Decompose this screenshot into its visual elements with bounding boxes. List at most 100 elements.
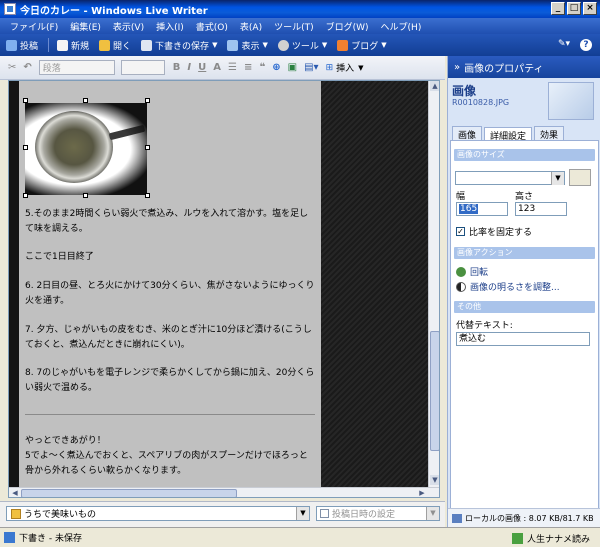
toolbar-separator bbox=[48, 38, 50, 52]
resize-handle[interactable] bbox=[23, 193, 28, 198]
post-body[interactable]: 5.そのまま2時間くらい弱火で煮込み、ルウを入れて溶かす。塩を足して味を調える。… bbox=[19, 81, 321, 487]
brightness-action[interactable]: 画像の明るさを調整... bbox=[456, 280, 560, 293]
bullet-list-icon[interactable]: ☰ bbox=[228, 62, 237, 73]
publish-button[interactable]: 投稿 bbox=[6, 39, 38, 52]
alt-text-input[interactable]: 煮込む bbox=[456, 332, 590, 346]
image-icon bbox=[452, 513, 462, 523]
size-section-header: 画像のサイズ bbox=[454, 149, 595, 161]
chevron-down-icon[interactable]: ▼ bbox=[212, 41, 217, 49]
blog-select[interactable]: うちで美味いもの ▼ bbox=[6, 506, 310, 521]
menu-insert[interactable]: 挿入(I) bbox=[152, 20, 192, 33]
menu-file[interactable]: ファイル(F) bbox=[6, 20, 66, 33]
post-paragraph[interactable]: 6. 2日目の昼、とろ火にかけて30分くらい、焦がさないようにゆっくり火を通す。 bbox=[25, 279, 315, 309]
maximize-button[interactable]: □ bbox=[567, 2, 581, 15]
link-icon[interactable]: ⊕ bbox=[272, 62, 280, 73]
underline-button[interactable]: U bbox=[198, 62, 206, 73]
properties-panel: » 画像のプロパティ 画像 R0010828.JPG 画像 詳細設定 効果 画像… bbox=[447, 56, 600, 527]
rotate-action[interactable]: 回転 bbox=[456, 265, 488, 278]
post-paragraph[interactable]: ここで1日目終了 bbox=[25, 250, 315, 265]
blog-button[interactable]: ブログ ▼ bbox=[337, 39, 387, 52]
open-button[interactable]: 開く bbox=[99, 39, 131, 52]
other-section-header: その他 bbox=[454, 301, 595, 313]
width-label: 幅 bbox=[456, 192, 466, 202]
horizontal-scrollbar[interactable]: ◀ ▶ bbox=[9, 487, 439, 497]
pen-icon[interactable]: ✎▾ bbox=[558, 39, 570, 51]
menu-edit[interactable]: 編集(E) bbox=[66, 20, 109, 33]
vertical-scrollbar[interactable]: ▲ ▼ bbox=[428, 81, 439, 487]
save-draft-button[interactable]: 下書きの保存 ▼ bbox=[141, 39, 217, 52]
post-paragraph[interactable]: 8. 7のじゃがいもを電子レンジで柔らかくしてから鍋に加え、20分くらい弱火で温… bbox=[25, 366, 315, 396]
chevron-down-icon[interactable]: ▼ bbox=[296, 507, 309, 520]
panel-header[interactable]: » 画像のプロパティ bbox=[448, 56, 600, 78]
publish-date-field[interactable]: 投稿日時の設定 ▼ bbox=[316, 506, 440, 521]
post-paragraph[interactable]: 5でよ～く煮込んでおくと、スペアリブの肉がスプーンだけでほろっと骨から外れるくら… bbox=[25, 449, 315, 479]
image-size-select[interactable]: ▼ bbox=[455, 171, 565, 185]
scroll-right-icon[interactable]: ▶ bbox=[417, 489, 427, 497]
post-paragraph[interactable]: 7. 夕方、じゃがいもの皮をむき、米のとぎ汁に10分ほど漬ける(こうしておくと、… bbox=[25, 323, 315, 353]
new-button[interactable]: 新規 bbox=[57, 39, 89, 52]
scroll-left-icon[interactable]: ◀ bbox=[10, 489, 20, 497]
paragraph-style-select[interactable]: 段落 bbox=[38, 60, 115, 75]
photo-shadow bbox=[25, 103, 147, 195]
view-button[interactable]: 表示 ▼ bbox=[227, 39, 268, 52]
menu-help[interactable]: ヘルプ(H) bbox=[377, 20, 430, 33]
menu-tools[interactable]: ツール(T) bbox=[270, 20, 322, 33]
height-input[interactable]: 123 bbox=[515, 202, 567, 216]
action-section-header: 画像アクション bbox=[454, 247, 595, 259]
close-button[interactable]: × bbox=[583, 2, 597, 15]
size-apply-button[interactable] bbox=[569, 169, 591, 186]
editor-left-margin bbox=[9, 81, 19, 487]
insert-icon: ⊞ bbox=[325, 62, 334, 73]
undo-icon[interactable]: ↶ bbox=[23, 62, 31, 73]
minimize-button[interactable]: _ bbox=[551, 2, 565, 15]
keep-ratio-checkbox[interactable]: ✓ 比率を固定する bbox=[456, 225, 532, 238]
insert-button[interactable]: ⊞ 挿入 ▼ bbox=[325, 61, 364, 75]
publish-date-checkbox[interactable] bbox=[320, 509, 329, 518]
bold-button[interactable]: B bbox=[173, 62, 181, 73]
cut-icon[interactable]: ✂ bbox=[8, 62, 16, 73]
resize-handle[interactable] bbox=[145, 98, 150, 103]
chevron-down-icon[interactable]: ▼ bbox=[426, 507, 439, 520]
resize-handle[interactable] bbox=[83, 98, 88, 103]
menu-table[interactable]: 表(A) bbox=[236, 20, 270, 33]
editor-area[interactable]: 5.そのまま2時間くらい弱火で煮込み、ルウを入れて溶かす。塩を足して味を調える。… bbox=[8, 80, 440, 498]
chevron-down-icon[interactable]: ▼ bbox=[551, 172, 564, 185]
italic-button[interactable]: I bbox=[187, 62, 191, 73]
image-thumbnail bbox=[548, 82, 594, 120]
menu-blog[interactable]: ブログ(W) bbox=[322, 20, 377, 33]
horizontal-scroll-thumb[interactable] bbox=[21, 489, 237, 497]
blog-account-icon bbox=[511, 533, 523, 544]
post-paragraph[interactable]: やっとできあがり！ bbox=[25, 434, 315, 449]
vertical-scroll-thumb[interactable] bbox=[430, 331, 439, 451]
tab-content: 画像のサイズ ▼ 幅 高さ 165 123 ✓ 比率を固定する 画像アクション … bbox=[450, 140, 599, 525]
resize-handle[interactable] bbox=[145, 193, 150, 198]
tools-button[interactable]: ツール ▼ bbox=[277, 39, 327, 52]
gear-icon bbox=[277, 39, 289, 51]
quote-icon[interactable]: ❝ bbox=[259, 62, 265, 73]
table-icon[interactable]: ▤▾ bbox=[304, 62, 318, 73]
editor-background bbox=[321, 81, 428, 487]
post-paragraph[interactable]: 5.そのまま2時間くらい弱火で煮込み、ルウを入れて溶かす。塩を足して味を調える。 bbox=[25, 207, 315, 237]
width-input[interactable]: 165 bbox=[456, 202, 508, 216]
format-toolbar: ✂ ↶ 段落 B I U A ☰ ≡ ❝ ⊕ ▣ ▤▾ ⊞ 挿入 ▼ bbox=[0, 56, 445, 80]
menu-format[interactable]: 書式(O) bbox=[192, 20, 236, 33]
scroll-up-icon[interactable]: ▲ bbox=[430, 81, 439, 91]
chevron-down-icon: ▼ bbox=[381, 41, 387, 49]
font-select[interactable] bbox=[120, 60, 165, 75]
resize-handle[interactable] bbox=[145, 145, 150, 150]
post-image[interactable] bbox=[25, 103, 147, 195]
new-document-icon bbox=[57, 39, 69, 51]
resize-handle[interactable] bbox=[23, 98, 28, 103]
resize-handle[interactable] bbox=[83, 193, 88, 198]
scroll-down-icon[interactable]: ▼ bbox=[430, 475, 439, 485]
numbered-list-icon[interactable]: ≡ bbox=[244, 62, 252, 73]
alt-text-label: 代替テキスト: bbox=[456, 321, 513, 331]
strikethrough-button[interactable]: A bbox=[213, 62, 221, 73]
chevron-down-icon: ▼ bbox=[358, 63, 364, 72]
image-icon[interactable]: ▣ bbox=[288, 62, 297, 73]
double-chevron-icon[interactable]: » bbox=[454, 62, 460, 73]
menu-view[interactable]: 表示(V) bbox=[109, 20, 152, 33]
resize-handle[interactable] bbox=[23, 145, 28, 150]
help-icon[interactable]: ? bbox=[580, 39, 592, 51]
save-icon bbox=[141, 39, 153, 51]
